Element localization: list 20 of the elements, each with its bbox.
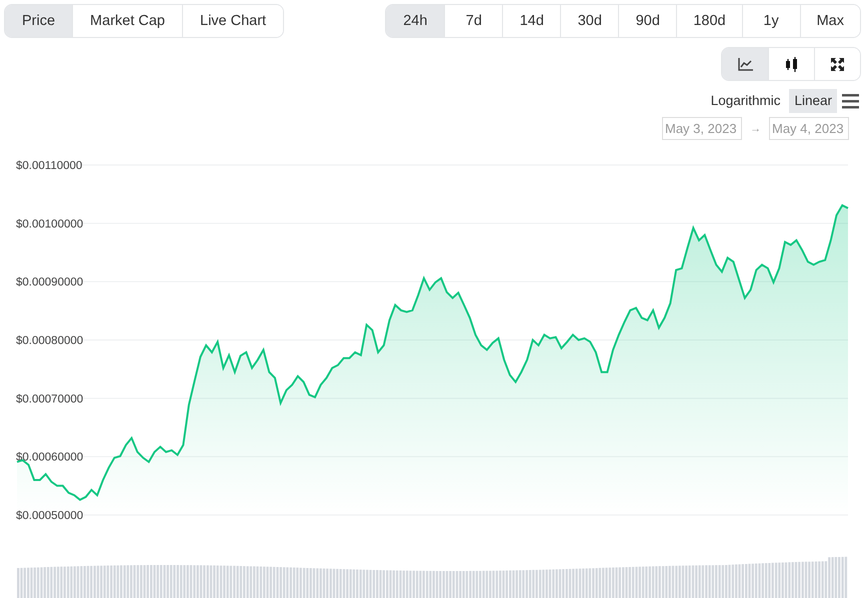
axis-label: $0.00090000 <box>16 276 84 289</box>
tab[interactable]: Price <box>5 5 72 37</box>
axis-label: $0.00070000 <box>16 394 84 406</box>
line-chart-icon <box>736 56 754 72</box>
axis-label: $0.00050000 <box>16 510 84 522</box>
axis-label: $0.00110000 <box>16 160 82 172</box>
axis-label: $0.00080000 <box>16 335 84 348</box>
axis-label: $0.00060000 <box>16 452 84 464</box>
tab[interactable]: Live Chart <box>182 5 284 37</box>
arrow-separator: → <box>750 122 761 136</box>
scale-option[interactable]: Linear <box>789 89 837 114</box>
expand-button[interactable] <box>814 48 860 80</box>
range-button[interactable]: 24h <box>386 5 444 37</box>
expand-icon <box>829 56 846 72</box>
scale-option[interactable]: Logarithmic <box>706 89 786 114</box>
range-button[interactable]: Max <box>800 5 860 37</box>
line-chart-button[interactable] <box>722 48 768 80</box>
candlestick-icon <box>783 56 800 72</box>
menu-icon[interactable] <box>841 93 861 110</box>
axis-label: $0.00100000 <box>16 218 84 231</box>
